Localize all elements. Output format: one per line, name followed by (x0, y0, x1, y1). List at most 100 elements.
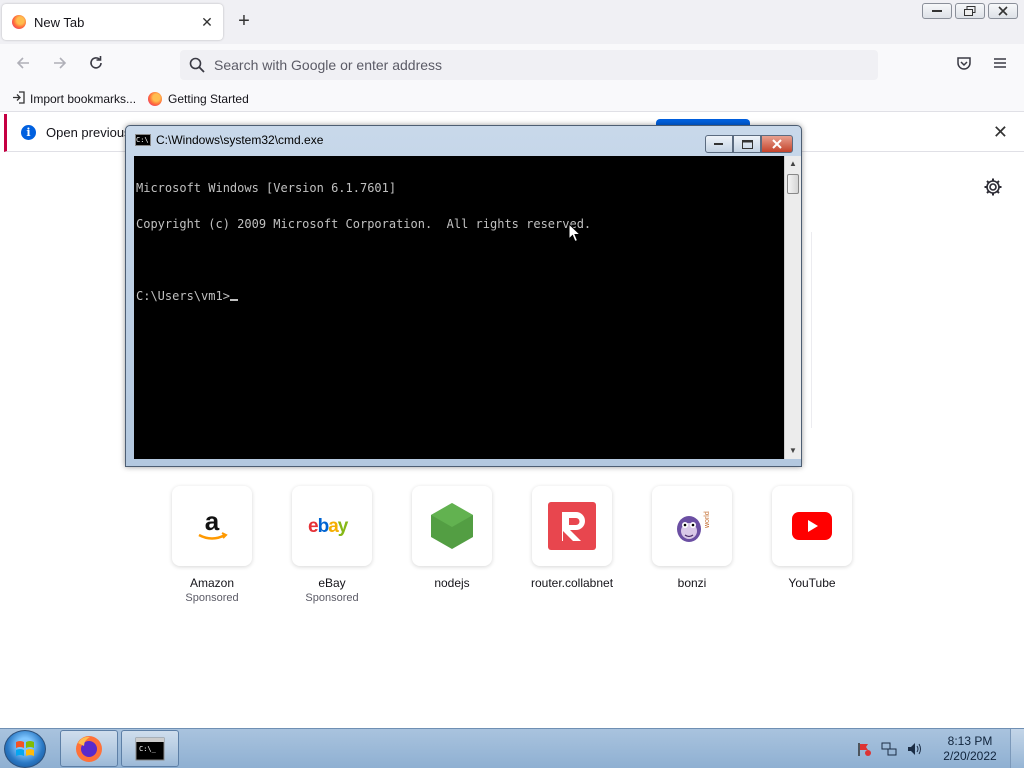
top-site-name: bonzi (677, 576, 707, 590)
network-icon[interactable] (880, 741, 898, 757)
tab-new-tab[interactable]: New Tab ✕ (2, 4, 223, 40)
console-prompt-line: C:\Users\vm1> (136, 290, 782, 302)
cmd-close-button[interactable] (761, 135, 793, 153)
top-site-name: YouTube (788, 576, 836, 590)
clock-date: 2/20/2022 (943, 749, 997, 763)
start-button[interactable] (4, 730, 46, 768)
cmd-maximize-button[interactable] (733, 135, 761, 153)
ebay-logo: ebay (292, 486, 372, 566)
top-site-ebay[interactable]: ebay eBay Sponsored (292, 486, 372, 604)
minimize-icon (714, 143, 723, 145)
restore-button[interactable] (955, 3, 985, 19)
youtube-logo (772, 486, 852, 566)
top-site-youtube[interactable]: YouTube (772, 486, 852, 604)
back-arrow-icon (16, 57, 29, 69)
top-site-name: router.collabnet (530, 576, 614, 590)
console-line: Microsoft Windows [Version 6.1.7601] (136, 181, 397, 195)
top-site-name: Amazon (189, 576, 235, 590)
cmd-icon: C:\_ (135, 737, 165, 760)
top-sites: a Amazon Sponsored ebay eBay Sponsored n… (172, 486, 852, 604)
svg-text:a: a (205, 506, 220, 536)
console-scrollbar[interactable]: ▲ ▼ (784, 156, 801, 459)
console-output[interactable]: Microsoft Windows [Version 6.1.7601] Cop… (134, 156, 784, 459)
firefox-icon (76, 735, 102, 762)
menu-button[interactable] (989, 54, 1011, 76)
scrollbar-thumb[interactable] (787, 174, 799, 194)
pocket-button[interactable] (953, 54, 975, 76)
firefox-icon (148, 91, 163, 106)
forward-button[interactable] (49, 54, 71, 76)
r-logo (532, 486, 612, 566)
console-line: Copyright (c) 2009 Microsoft Corporation… (136, 217, 592, 231)
tab-strip: New Tab ✕ + (0, 0, 1024, 44)
taskbar: C:\_ 8:13 PM 2/20/2022 (0, 728, 1024, 768)
nodejs-logo (412, 486, 492, 566)
cmd-titlebar[interactable]: C:\ C:\Windows\system32\cmd.exe (126, 126, 801, 154)
gear-icon[interactable] (983, 177, 1003, 197)
taskbar-cmd[interactable]: C:\_ (121, 730, 179, 767)
new-tab-button[interactable]: + (232, 10, 256, 34)
top-site-nodejs[interactable]: nodejs (412, 486, 492, 604)
svg-text:ebay: ebay (308, 516, 349, 537)
minimize-icon (932, 10, 942, 12)
notification-close-icon[interactable]: ✕ (993, 123, 1008, 141)
volume-icon[interactable] (905, 741, 923, 757)
bookmarks-toolbar: Import bookmarks... Getting Started (0, 86, 1024, 112)
reload-icon (90, 56, 102, 69)
top-site-amazon[interactable]: a Amazon Sponsored (172, 486, 252, 604)
show-desktop-button[interactable] (1010, 729, 1024, 768)
amazon-logo: a (172, 486, 252, 566)
back-button[interactable] (12, 54, 34, 76)
scroll-up-arrow-icon[interactable]: ▲ (785, 156, 801, 172)
cmd-title: C:\Windows\system32\cmd.exe (156, 133, 324, 147)
scroll-down-arrow-icon[interactable]: ▼ (785, 443, 801, 459)
sponsored-label: Sponsored (185, 592, 239, 604)
cmd-icon: C:\ (135, 134, 151, 146)
cmd-minimize-button[interactable] (705, 135, 733, 153)
hamburger-menu-icon (994, 58, 1006, 68)
top-site-name: nodejs (434, 576, 470, 590)
window-controls (922, 3, 1018, 19)
firefox-icon (12, 15, 26, 29)
bookmark-getting-started[interactable]: Getting Started (148, 91, 249, 106)
mouse-pointer-icon (568, 223, 582, 243)
top-site-router-collabnet[interactable]: router.collabnet (530, 486, 614, 604)
tab-title: New Tab (34, 14, 85, 30)
navigation-toolbar (0, 44, 1024, 86)
maximize-icon (741, 139, 753, 149)
info-icon: i (21, 125, 36, 140)
reload-button[interactable] (85, 54, 107, 76)
sponsored-label: Sponsored (305, 592, 359, 604)
svg-text:world: world (704, 511, 711, 529)
cmd-window-controls (705, 135, 793, 153)
forward-arrow-icon (54, 57, 67, 69)
windows-logo-icon (16, 741, 34, 756)
bookmark-import-label: Import bookmarks... (30, 91, 137, 106)
clock-time: 8:13 PM (947, 734, 993, 748)
pocket-icon (957, 57, 971, 70)
notification-text: Open previous (46, 125, 131, 140)
top-site-bonzi[interactable]: world bonzi (652, 486, 732, 604)
minimize-button[interactable] (922, 3, 952, 19)
bookmark-getting-started-label: Getting Started (168, 91, 249, 106)
top-site-name: eBay (318, 576, 346, 590)
taskbar-firefox[interactable] (60, 730, 118, 767)
action-center-flag-icon[interactable] (855, 741, 873, 757)
address-bar[interactable] (180, 50, 878, 80)
restore-icon (964, 6, 976, 16)
import-icon (12, 90, 25, 107)
close-window-button[interactable] (988, 3, 1018, 19)
cmd-window[interactable]: C:\ C:\Windows\system32\cmd.exe Microsof… (125, 125, 802, 467)
close-icon (998, 6, 1008, 16)
system-tray: 8:13 PM 2/20/2022 (855, 729, 1024, 768)
bookmark-import[interactable]: Import bookmarks... (12, 90, 137, 107)
search-icon (189, 57, 205, 73)
clock[interactable]: 8:13 PM 2/20/2022 (930, 734, 1010, 764)
close-tab-icon[interactable]: ✕ (199, 14, 215, 30)
console-prompt: C:\Users\vm1> (136, 289, 230, 303)
address-input[interactable] (214, 57, 814, 73)
bonzi-logo: world (652, 486, 732, 566)
svg-text:C:\_: C:\_ (139, 745, 157, 753)
close-icon (772, 139, 782, 149)
